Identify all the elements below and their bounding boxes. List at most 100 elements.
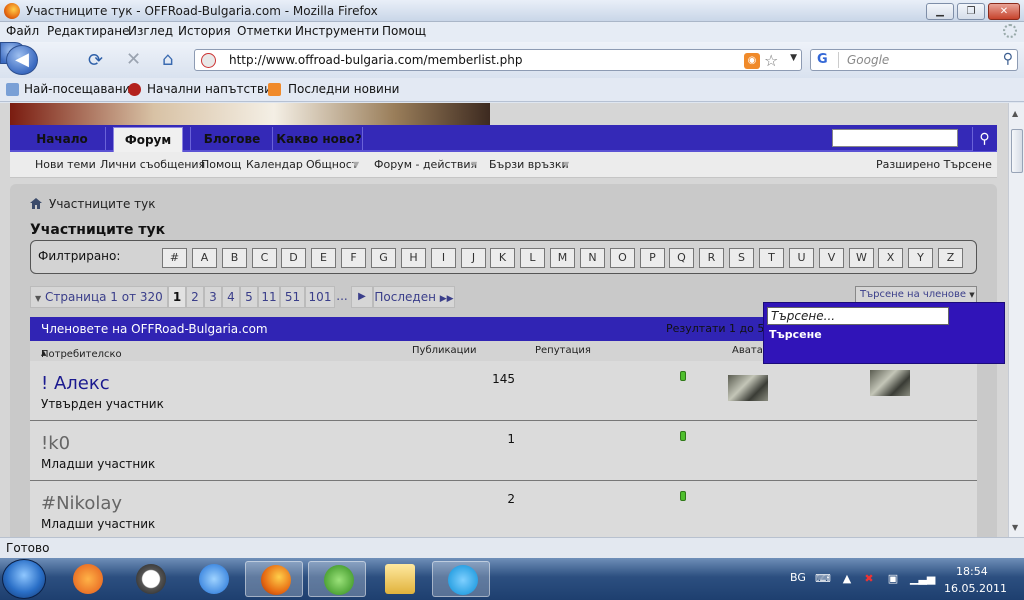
tab-forum[interactable]: Форум — [113, 127, 183, 152]
language-indicator[interactable]: BG — [790, 571, 806, 584]
address-bar[interactable]: http://www.offroad-bulgaria.com/memberli… — [194, 49, 802, 71]
page-link[interactable]: 11 — [258, 286, 280, 308]
subnav-forum-actions[interactable]: Форум - действия — [374, 158, 477, 171]
home-icon[interactable]: ⌂ — [162, 49, 173, 70]
filter-letter-button[interactable]: Q — [669, 248, 694, 268]
subnav-community[interactable]: Общност — [306, 158, 358, 171]
filter-letter-button[interactable]: M — [550, 248, 575, 268]
tab-home[interactable]: Начало — [28, 127, 96, 152]
filter-letter-button[interactable]: D — [281, 248, 306, 268]
member-name-link[interactable]: ! Алекс — [41, 373, 110, 394]
tab-whats-new[interactable]: Какво ново? — [276, 127, 362, 152]
subnav-new-posts[interactable]: Нови теми — [35, 158, 96, 171]
filter-letter-button[interactable]: X — [878, 248, 903, 268]
filter-letter-button[interactable]: J — [461, 248, 486, 268]
clock-time[interactable]: 18:54 — [956, 565, 988, 578]
reload-icon[interactable]: ⟳ — [88, 50, 103, 71]
taskbar-skype[interactable] — [432, 561, 490, 597]
filter-letter-button[interactable]: V — [819, 248, 844, 268]
subnav-calendar[interactable]: Календар — [246, 158, 303, 171]
page-of-dropdown[interactable]: ▼ Страница 1 от 320 — [30, 286, 168, 308]
advanced-search-link[interactable]: Разширено Търсене — [876, 158, 992, 171]
bookmark-star-icon[interactable]: ☆ — [764, 51, 778, 70]
network-warning-icon[interactable]: ✖ — [862, 572, 876, 586]
filter-letter-button[interactable]: F — [341, 248, 366, 268]
device-icon[interactable]: ▣ — [886, 572, 900, 586]
rss-feed-icon[interactable]: ◉ — [744, 53, 760, 69]
taskbar-media-player[interactable] — [58, 561, 116, 597]
tab-blogs[interactable]: Блогове — [197, 127, 267, 152]
subnav-private-messages[interactable]: Лични съобщения — [100, 158, 205, 171]
keyboard-icon[interactable]: ⌨ — [815, 572, 831, 586]
filter-letter-button[interactable]: K — [490, 248, 515, 268]
bookmark-latest-news[interactable]: Последни новини — [288, 82, 399, 96]
taskbar-utorrent[interactable] — [308, 561, 366, 597]
subnav-quick-links[interactable]: Бързи връзки — [489, 158, 569, 171]
taskbar-clock-app[interactable] — [121, 561, 179, 597]
site-search-input[interactable] — [832, 129, 958, 147]
start-button[interactable] — [2, 559, 46, 599]
filter-letter-button[interactable]: E — [311, 248, 336, 268]
web-search-box[interactable]: G Google ⚲ — [810, 49, 1018, 71]
menu-view[interactable]: Изглед — [128, 24, 173, 38]
filter-letter-button[interactable]: C — [252, 248, 277, 268]
member-search-input[interactable]: Търсене... — [767, 307, 949, 325]
filter-letter-button[interactable]: T — [759, 248, 784, 268]
page-link[interactable]: 1 — [168, 286, 186, 308]
taskbar-explorer[interactable] — [370, 561, 428, 597]
page-link[interactable]: 5 — [240, 286, 258, 308]
filter-letter-button[interactable]: U — [789, 248, 814, 268]
scrollbar-thumb[interactable] — [1011, 129, 1023, 173]
filter-letter-button[interactable]: P — [640, 248, 665, 268]
url-dropdown-icon[interactable]: ▼ — [790, 53, 797, 63]
taskbar-firefox[interactable] — [245, 561, 303, 597]
url-text[interactable]: http://www.offroad-bulgaria.com/memberli… — [229, 53, 522, 67]
google-engine-icon[interactable]: G — [813, 52, 839, 68]
vertical-scrollbar[interactable]: ▲ ▼ — [1008, 103, 1024, 537]
page-link[interactable]: 4 — [222, 286, 240, 308]
page-link[interactable]: 3 — [204, 286, 222, 308]
filter-letter-button[interactable]: # — [162, 248, 187, 268]
stop-icon[interactable]: ✕ — [126, 49, 141, 70]
menu-history[interactable]: История — [178, 24, 231, 38]
member-search-submit[interactable]: Търсене — [769, 328, 822, 341]
search-placeholder[interactable]: Google — [847, 53, 889, 67]
filter-letter-button[interactable]: Z — [938, 248, 963, 268]
maximize-button[interactable]: ❐ — [957, 3, 985, 20]
minimize-button[interactable]: ▁ — [926, 3, 954, 20]
site-search-button[interactable]: ⚲ — [972, 127, 996, 151]
taskbar-internet-explorer[interactable] — [184, 561, 242, 597]
filter-letter-button[interactable]: G — [371, 248, 396, 268]
page-link[interactable]: 2 — [186, 286, 204, 308]
scroll-down-icon[interactable]: ▼ — [1012, 523, 1018, 532]
bookmark-most-visited[interactable]: Най-посещавани — [24, 82, 130, 96]
scroll-up-icon[interactable]: ▲ — [1012, 109, 1018, 118]
filter-letter-button[interactable]: S — [729, 248, 754, 268]
filter-letter-button[interactable]: I — [431, 248, 456, 268]
last-page-button[interactable]: Последен ▶▶ — [373, 286, 455, 308]
signal-icon[interactable]: ▁▃▅ — [910, 572, 935, 586]
clock-date[interactable]: 16.05.2011 — [944, 582, 1007, 595]
page-link[interactable]: 101 — [305, 286, 335, 308]
filter-letter-button[interactable]: B — [222, 248, 247, 268]
filter-letter-button[interactable]: O — [610, 248, 635, 268]
filter-letter-button[interactable]: Y — [908, 248, 933, 268]
back-button[interactable]: ◀ — [6, 45, 38, 75]
menu-edit[interactable]: Редактиране — [47, 24, 130, 38]
next-page-icon[interactable]: ▶ — [351, 286, 373, 308]
menu-tools[interactable]: Инструменти — [295, 24, 379, 38]
col-posts[interactable]: Публикации — [412, 345, 476, 356]
page-link[interactable]: 51 — [280, 286, 305, 308]
show-hidden-icons[interactable]: ▲ — [840, 572, 854, 586]
col-reputation[interactable]: Репутация — [535, 345, 591, 356]
menu-file[interactable]: Файл — [6, 24, 39, 38]
filter-letter-button[interactable]: R — [699, 248, 724, 268]
filter-letter-button[interactable]: A — [192, 248, 217, 268]
member-name-link[interactable]: !k0 — [41, 433, 70, 454]
bookmark-getting-started[interactable]: Начални напътствия — [147, 82, 279, 96]
menu-bookmarks[interactable]: Отметки — [237, 24, 292, 38]
member-name-link[interactable]: #Nikolay — [41, 493, 122, 514]
menu-help[interactable]: Помощ — [382, 24, 426, 38]
subnav-help[interactable]: Помощ — [201, 158, 241, 171]
home-icon[interactable] — [30, 198, 42, 209]
